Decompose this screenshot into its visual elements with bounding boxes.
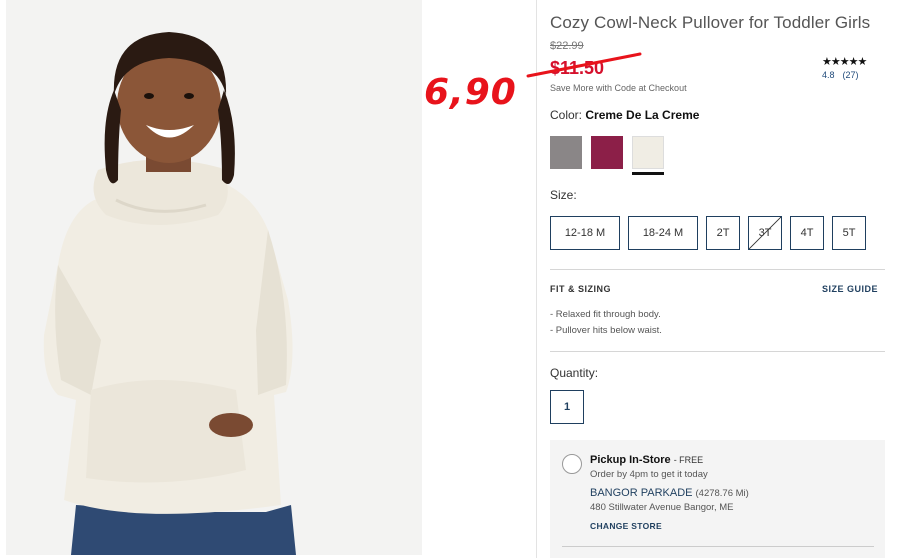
size-label: Size: bbox=[550, 188, 577, 202]
color-swatch-burgundy[interactable] bbox=[591, 136, 623, 169]
pickup-radio[interactable] bbox=[562, 454, 582, 474]
rating-summary[interactable]: 4.8 (27) bbox=[822, 70, 867, 80]
quantity-select[interactable]: 1 bbox=[550, 390, 584, 424]
selected-color-name: Creme De La Creme bbox=[585, 108, 700, 122]
save-more-note: Save More with Code at Checkout bbox=[550, 83, 687, 93]
color-label: Color: Creme De La Creme bbox=[550, 108, 699, 122]
divider bbox=[562, 546, 874, 547]
product-image[interactable] bbox=[6, 0, 422, 555]
size-option-5t[interactable]: 5T bbox=[832, 216, 866, 250]
size-option-18-24m[interactable]: 18-24 M bbox=[628, 216, 698, 250]
size-option-12-18m[interactable]: 12-18 M bbox=[550, 216, 620, 250]
pickup-title-text: Pickup In-Store bbox=[590, 454, 671, 466]
color-swatch-creme[interactable] bbox=[632, 136, 664, 169]
store-distance: (4278.76 Mi) bbox=[695, 488, 749, 499]
size-option-4t[interactable]: 4T bbox=[790, 216, 824, 250]
color-swatch-gray[interactable] bbox=[550, 136, 582, 169]
unavailable-slash-icon bbox=[749, 217, 781, 249]
product-photo-illustration bbox=[6, 0, 422, 555]
quantity-label: Quantity: bbox=[550, 366, 599, 380]
size-option-2t[interactable]: 2T bbox=[706, 216, 740, 250]
review-count[interactable]: (27) bbox=[843, 70, 859, 80]
handwritten-price-annotation: 6,90 bbox=[424, 72, 517, 113]
store-name: BANGOR PARKADE (4278.76 Mi) bbox=[590, 487, 749, 499]
fit-detail-item: - Relaxed fit through body. bbox=[550, 309, 661, 320]
fit-sizing-heading: FIT & SIZING bbox=[550, 284, 611, 294]
column-divider bbox=[536, 0, 537, 558]
product-title: Cozy Cowl-Neck Pullover for Toddler Girl… bbox=[550, 13, 871, 32]
color-label-text: Color: bbox=[550, 108, 583, 122]
product-page: 6,90 Cozy Cowl-Neck Pullover for Toddler… bbox=[0, 0, 898, 558]
store-address: 480 Stillwater Avenue Bangor, ME bbox=[590, 502, 734, 513]
pickup-order-note: Order by 4pm to get it today bbox=[590, 469, 708, 480]
divider bbox=[550, 269, 885, 270]
pickup-free-text: - FREE bbox=[673, 455, 704, 465]
divider bbox=[550, 351, 885, 352]
change-store-link[interactable]: CHANGE STORE bbox=[590, 521, 662, 531]
size-guide-link[interactable]: SIZE GUIDE bbox=[822, 284, 878, 294]
pickup-title: Pickup In-Store - FREE bbox=[590, 454, 703, 466]
store-name-text: BANGOR PARKADE bbox=[590, 487, 693, 499]
rating-stars[interactable]: ★★★★★ bbox=[822, 55, 867, 68]
rating-value: 4.8 bbox=[822, 70, 835, 80]
size-option-3t-unavailable[interactable]: 3T bbox=[748, 216, 782, 250]
annotation-strike-line bbox=[526, 52, 642, 78]
fit-detail-item: - Pullover hits below waist. bbox=[550, 325, 662, 336]
selected-swatch-indicator bbox=[632, 172, 664, 175]
